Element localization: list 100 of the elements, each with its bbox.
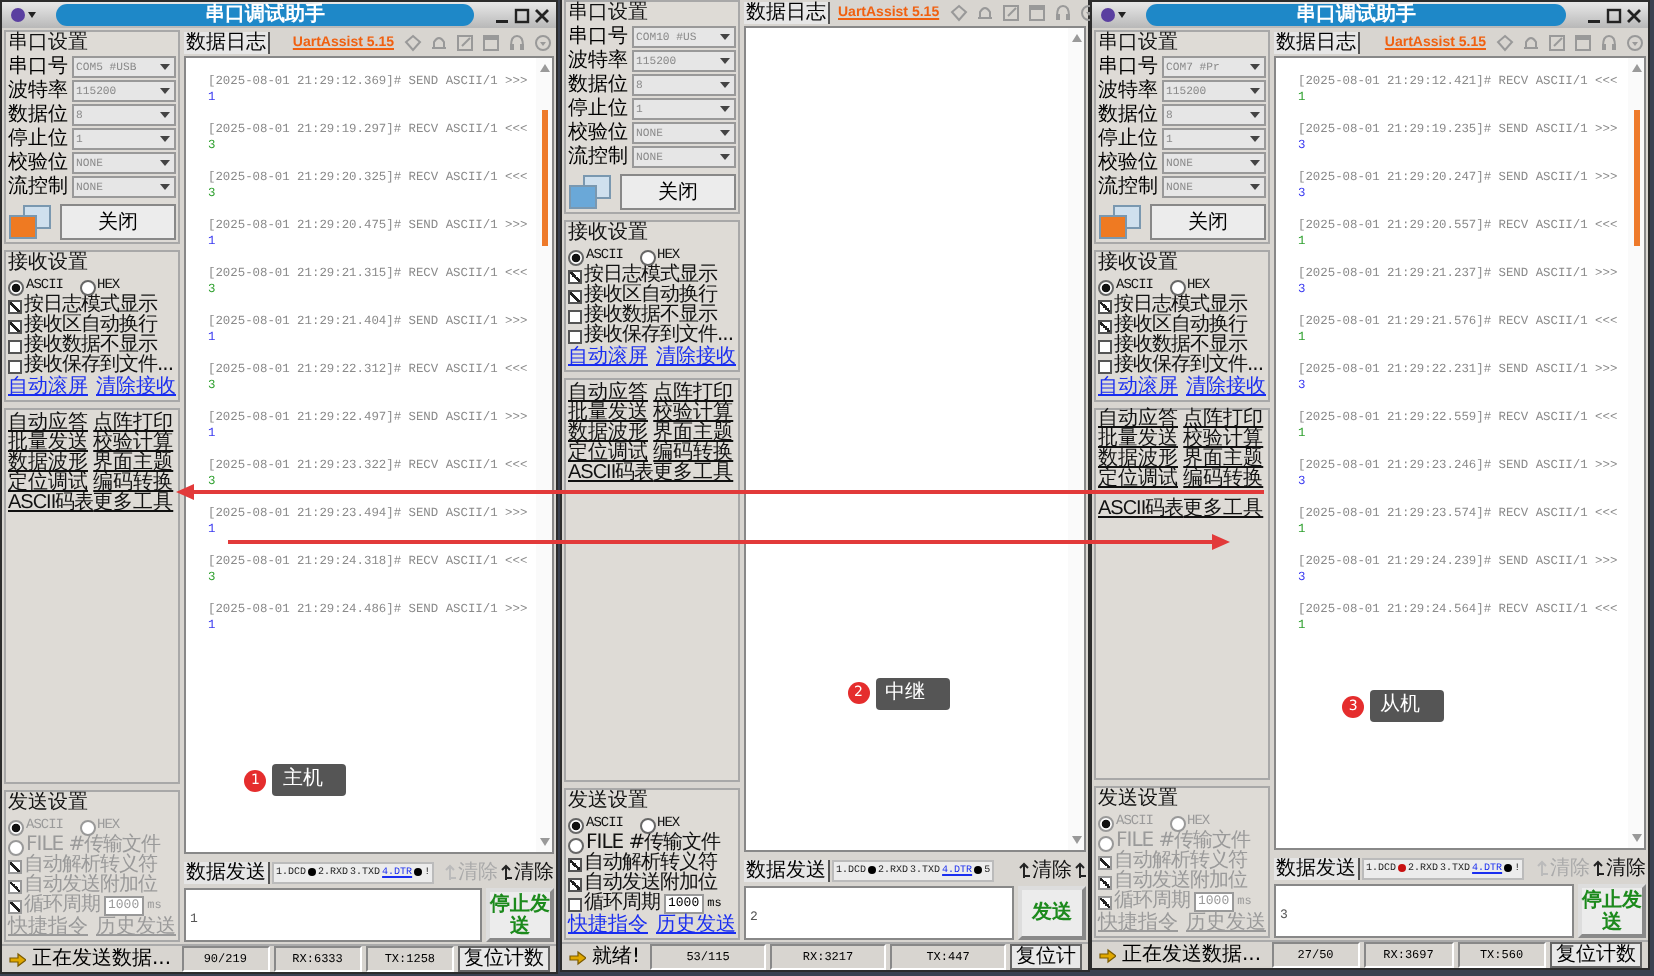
radio-button[interactable]	[568, 250, 584, 266]
tool-link[interactable]: 更多工具	[1183, 500, 1264, 520]
scroll-up-icon[interactable]	[537, 62, 551, 74]
menu-icon[interactable]	[8, 6, 36, 24]
radio-button[interactable]	[1098, 280, 1114, 296]
link[interactable]: 历史发送	[656, 916, 736, 936]
checkbox[interactable]	[1098, 300, 1112, 314]
checkbox[interactable]	[8, 340, 22, 354]
checkbox[interactable]	[1098, 320, 1112, 334]
checkbox[interactable]	[1098, 360, 1112, 374]
tool-link[interactable]: 点阵打印	[1183, 410, 1264, 430]
tab[interactable]: 数据发送	[744, 859, 830, 881]
radio-button[interactable]	[639, 818, 656, 834]
tool-link[interactable]: 批量发送	[8, 434, 94, 454]
checkbox-label: 循环周期	[1114, 892, 1190, 912]
menu-icon[interactable]	[1098, 6, 1126, 24]
tab[interactable]: 数据日志	[744, 2, 830, 24]
checkbox[interactable]	[568, 898, 582, 912]
link[interactable]: 快捷指令	[568, 916, 648, 936]
scroll-up-icon[interactable]	[1069, 32, 1083, 44]
radio-button[interactable]	[568, 818, 584, 834]
tool-link[interactable]: 数据波形	[8, 454, 94, 474]
tool-link[interactable]: ASCII码表	[568, 464, 654, 484]
send-button[interactable]: 停止发送	[486, 888, 554, 942]
send-button[interactable]: 发送	[1018, 886, 1086, 940]
tool-link[interactable]: 点阵打印	[93, 414, 174, 434]
radio-button[interactable]	[639, 250, 656, 266]
tool-link[interactable]: 编码转换	[653, 444, 734, 464]
checkbox[interactable]	[8, 300, 22, 314]
scroll-down-icon[interactable]	[1629, 832, 1643, 844]
close-icon[interactable]	[1626, 7, 1642, 23]
link[interactable]: 自动滚屏	[8, 378, 88, 398]
tool-link[interactable]: 自动应答	[1098, 410, 1184, 430]
tool-link[interactable]: 自动应答	[8, 414, 94, 434]
checkbox[interactable]	[568, 290, 582, 304]
reset-count-button[interactable]: 复位计数	[458, 946, 551, 972]
tool-link[interactable]: 数据波形	[1098, 450, 1184, 470]
tab[interactable]: 数据日志	[1274, 32, 1360, 54]
tool-link[interactable]: 校验计算	[1183, 430, 1264, 450]
tool-link[interactable]: 自动应答	[568, 384, 654, 404]
clear-button[interactable]	[1074, 862, 1086, 878]
radio-button[interactable]	[1169, 280, 1186, 296]
close-icon[interactable]	[534, 7, 550, 23]
checkbox[interactable]	[8, 320, 22, 334]
checkbox-label: 循环周期	[584, 894, 660, 914]
reset-count-button[interactable]: 复位计	[1010, 944, 1083, 970]
tool-link[interactable]: 更多工具	[93, 494, 174, 514]
checkbox[interactable]	[568, 270, 582, 284]
maximize-icon[interactable]	[1606, 7, 1622, 23]
checkbox-label: 按日志模式显示	[24, 296, 157, 316]
link[interactable]: 自动滚屏	[568, 348, 648, 368]
link[interactable]: 清除接收	[96, 378, 176, 398]
tool-link[interactable]: 界面主题	[93, 454, 174, 474]
checkbox[interactable]	[1098, 340, 1112, 354]
tool-link[interactable]: 点阵打印	[653, 384, 734, 404]
tool-link[interactable]: 更多工具	[653, 464, 734, 484]
scroll-up-icon[interactable]	[1629, 62, 1643, 74]
tool-link[interactable]: 界面主题	[653, 424, 734, 444]
clear-button[interactable]: 清除	[500, 861, 554, 883]
tool-link[interactable]: 校验计算	[653, 404, 734, 424]
checkbox-label: 自动发送附加位	[1114, 872, 1247, 892]
tool-link[interactable]: 批量发送	[568, 404, 654, 424]
tab[interactable]: 数据发送	[1274, 857, 1360, 879]
tool-link[interactable]: ASCII码表	[8, 494, 94, 514]
reset-count-button[interactable]: 复位计数	[1550, 942, 1642, 968]
tool-link[interactable]: ASCII码表	[1098, 500, 1184, 520]
radio-button[interactable]	[8, 280, 24, 296]
link[interactable]: 清除接收	[1186, 378, 1266, 398]
checkbox[interactable]	[8, 360, 22, 374]
maximize-icon[interactable]	[514, 7, 530, 23]
scroll-down-icon[interactable]	[1069, 834, 1083, 846]
checkbox[interactable]	[568, 858, 582, 872]
link[interactable]: 清除接收	[656, 348, 736, 368]
scroll-thumb[interactable]	[541, 110, 547, 246]
clear-button[interactable]: 清除	[1592, 857, 1646, 879]
scroll-down-icon[interactable]	[537, 836, 551, 848]
tool-link[interactable]: 批量发送	[1098, 430, 1184, 450]
tool-link[interactable]: 界面主题	[1183, 450, 1264, 470]
radio-button[interactable]	[568, 838, 584, 854]
tool-link[interactable]: 编码转换	[93, 474, 174, 494]
checkbox[interactable]	[568, 310, 582, 324]
field-label: 流控制	[568, 147, 630, 167]
tool-link[interactable]: 编码转换	[1183, 470, 1264, 490]
send-button[interactable]: 停止发送	[1578, 884, 1646, 938]
clear-button[interactable]: 清除	[1018, 859, 1072, 881]
tool-link[interactable]: 数据波形	[568, 424, 654, 444]
checkbox-label: 自动解析转义符	[24, 856, 157, 876]
tool-link[interactable]: 定位调试	[8, 474, 94, 494]
link[interactable]: 自动滚屏	[1098, 378, 1178, 398]
tab[interactable]: 数据日志	[184, 32, 270, 54]
group-heading: 串口设置	[8, 34, 90, 54]
scroll-thumb[interactable]	[1633, 110, 1639, 246]
tool-link[interactable]: 定位调试	[568, 444, 654, 464]
checkbox[interactable]	[568, 330, 582, 344]
tool-link[interactable]: 校验计算	[93, 434, 174, 454]
radio-button[interactable]	[79, 280, 96, 296]
checkbox[interactable]	[568, 878, 582, 892]
checkbox-label: 接收数据不显示	[24, 336, 157, 356]
tool-link[interactable]: 定位调试	[1098, 470, 1184, 490]
tab[interactable]: 数据发送	[184, 861, 270, 883]
